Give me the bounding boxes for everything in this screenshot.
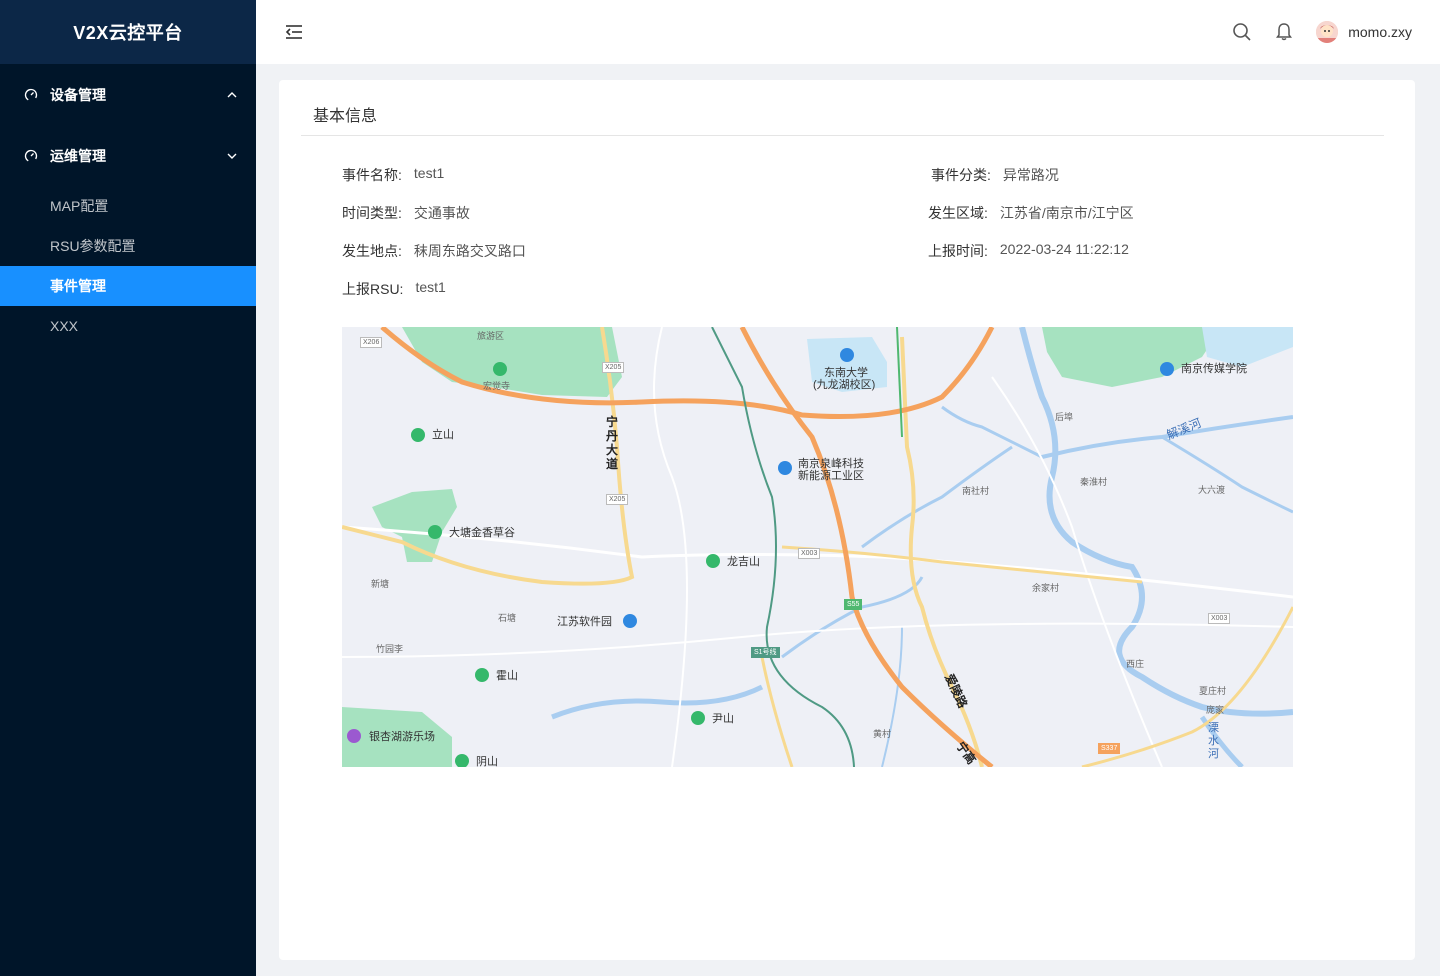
field-label: 事件分类: [931,167,991,183]
map-label: 宏觉寺 [483,381,511,391]
field-label: 上报RSU: [342,281,404,297]
field-value: 江苏省/南京市/江宁区 [999,205,1134,221]
map-label: 江苏软件园 [557,616,612,628]
dashboard-icon [24,88,38,102]
map-label: 东南大学 [824,367,868,379]
field-report-rsu: 上报RSU: test1 [342,279,446,299]
field-label: 时间类型: [342,205,402,221]
sidebar: V2X云控平台 设备管理 运维管理 MAP配置 RSU参数配置 事件管理 XXX [0,0,256,976]
menu-group-label: 设备管理 [50,86,106,103]
event-location-map[interactable]: 旅游区 宏觉寺 立山 宁丹大道 东南大学 (九龙湖校区) 南京传媒学院 后埠 解… [342,327,1293,767]
field-event-category: 事件分类: 异常路况 [931,165,1059,185]
map-label: 石塘 [498,613,517,623]
road-badge: X205 [606,494,629,505]
park-icon [493,362,507,376]
road-badge: X003 [798,548,821,559]
map-label: 霍山 [496,670,518,682]
field-region: 发生区域: 江苏省/南京市/江宁区 [928,203,1134,223]
mountain-icon [691,711,705,725]
map-label: 新塘 [371,579,390,589]
map-label: 余家村 [1032,583,1060,593]
field-value: 2022-03-24 11:22:12 [999,241,1129,257]
chevron-down-icon [226,150,238,162]
avatar[interactable] [1316,21,1339,43]
map-label: 后埠 [1055,412,1074,422]
amusement-park-icon [347,729,361,743]
mountain-icon [475,668,489,682]
field-label: 发生区域: [928,205,988,221]
map-label: 大六渡 [1198,485,1226,495]
field-report-time: 上报时间: 2022-03-24 11:22:12 [928,241,1129,261]
road-badge: S337 [1098,743,1121,754]
map-label: 银杏湖游乐场 [369,731,435,743]
park-icon [428,525,442,539]
sidebar-item-rsu-config[interactable]: RSU参数配置 [0,226,256,266]
field-value: test1 [413,165,445,181]
field-value: 交通事故 [413,205,470,221]
mountain-icon [411,428,425,442]
map-label: 宁丹大道 [606,415,619,471]
app-title: V2X云控平台 [0,0,256,64]
map-label: 南京传媒学院 [1181,363,1247,375]
sidebar-item-map-config[interactable]: MAP配置 [0,186,256,226]
map-label: 竹园李 [376,644,404,654]
top-header: momo.zxy [256,0,1440,64]
road-badge: X206 [360,337,383,348]
map-label: 旅游区 [477,331,505,341]
school-icon [840,348,854,362]
dashboard-icon [24,149,38,163]
map-label: 阴山 [476,756,498,767]
field-label: 事件名称: [342,167,402,183]
field-value: test1 [415,279,446,295]
menu-fold-icon[interactable] [284,22,304,42]
map-label: 溧水河 [1208,722,1219,760]
field-event-name: 事件名称: test1 [342,165,444,185]
menu-group-ops-management[interactable]: 运维管理 [0,125,256,186]
bell-icon[interactable] [1274,22,1294,42]
divider [301,135,1384,136]
metro-badge: S1号线 [751,647,780,658]
map-canvas [342,327,1293,767]
sidebar-item-event-management[interactable]: 事件管理 [0,266,256,306]
map-label: 庞家 [1206,705,1225,715]
road-badge: S55 [844,599,863,610]
basic-info-card: 基本信息 事件名称: test1 事件分类: 异常路况 时间类型: 交通事故 发… [279,80,1415,960]
map-label: 新能源工业区 [798,470,864,482]
school-icon [1160,362,1174,376]
field-time-type: 时间类型: 交通事故 [342,203,470,223]
chevron-up-icon [226,89,238,101]
business-icon [623,614,637,628]
mountain-icon [706,554,720,568]
search-icon[interactable] [1232,22,1252,42]
sidebar-item-xxx[interactable]: XXX [0,306,256,346]
field-value: 异常路况 [1002,167,1059,183]
field-label: 上报时间: [928,243,988,259]
field-value: 秣周东路交叉路口 [413,243,526,259]
mountain-icon [455,754,469,767]
field-location: 发生地点: 秣周东路交叉路口 [342,241,526,261]
map-label: 西庄 [1126,659,1145,669]
road-badge: X003 [1208,613,1231,624]
map-label: 南京泉峰科技 [798,458,864,470]
map-label: 秦淮村 [1080,477,1108,487]
map-label: 夏庄村 [1199,686,1227,696]
username[interactable]: momo.zxy [1348,24,1412,40]
map-label: 大塘金香草谷 [449,527,515,539]
map-label: 黄村 [873,729,892,739]
map-label: 南社村 [962,486,990,496]
field-label: 发生地点: [342,243,402,259]
menu-group-label: 运维管理 [50,147,106,164]
business-icon [778,461,792,475]
map-label: 尹山 [712,713,734,725]
map-label: (九龙湖校区) [813,379,876,391]
map-label: 龙吉山 [727,556,760,568]
menu-group-device-management[interactable]: 设备管理 [0,64,256,125]
map-label: 立山 [432,429,454,441]
card-title: 基本信息 [313,108,378,125]
road-badge: X205 [602,362,625,373]
